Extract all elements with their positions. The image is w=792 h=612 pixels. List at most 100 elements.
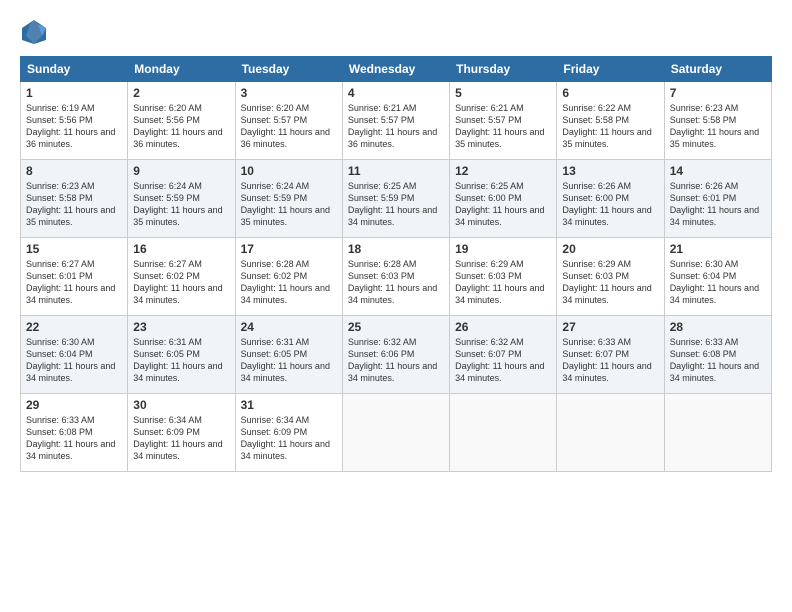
day-info: Sunrise: 6:34 AMSunset: 6:09 PMDaylight:…	[133, 414, 229, 463]
calendar-cell: 9Sunrise: 6:24 AMSunset: 5:59 PMDaylight…	[128, 160, 235, 238]
day-info: Sunrise: 6:21 AMSunset: 5:57 PMDaylight:…	[455, 102, 551, 151]
day-header-friday: Friday	[557, 57, 664, 82]
day-info: Sunrise: 6:32 AMSunset: 6:07 PMDaylight:…	[455, 336, 551, 385]
day-number: 3	[241, 86, 337, 100]
day-number: 12	[455, 164, 551, 178]
day-info: Sunrise: 6:20 AMSunset: 5:57 PMDaylight:…	[241, 102, 337, 151]
calendar-cell: 13 Sunrise: 6:26 AMSunset: 6:00 PMDayligh…	[557, 160, 664, 238]
day-info: Sunrise: 6:24 AMSunset: 5:59 PMDaylight:…	[133, 180, 229, 229]
calendar-cell: 16 Sunrise: 6:27 AMSunset: 6:02 PMDayligh…	[128, 238, 235, 316]
day-info: Sunrise: 6:24 AMSunset: 5:59 PMDaylight:…	[241, 180, 337, 229]
calendar-cell: 21Sunrise: 6:30 AMSunset: 6:04 PMDayligh…	[664, 238, 771, 316]
calendar-week-1: 1 Sunrise: 6:19 AMSunset: 5:56 PMDaylight…	[21, 82, 772, 160]
day-info: Sunrise: 6:31 AMSunset: 6:05 PMDaylight:…	[133, 336, 229, 385]
calendar-cell: 22 Sunrise: 6:30 AMSunset: 6:04 PMDayligh…	[21, 316, 128, 394]
day-info: Sunrise: 6:20 AMSunset: 5:56 PMDaylight:…	[133, 102, 229, 151]
calendar-cell: 8Sunrise: 6:23 AMSunset: 5:58 PMDaylight…	[21, 160, 128, 238]
day-number: 20	[562, 242, 658, 256]
calendar-cell: 25 Sunrise: 6:32 AMSunset: 6:06 PMDayligh…	[342, 316, 449, 394]
calendar-week-5: 29 Sunrise: 6:33 AMSunset: 6:08 PMDayligh…	[21, 394, 772, 472]
day-number: 30	[133, 398, 229, 412]
day-header-thursday: Thursday	[450, 57, 557, 82]
calendar-cell: 23 Sunrise: 6:31 AMSunset: 6:05 PMDayligh…	[128, 316, 235, 394]
day-number: 17	[241, 242, 337, 256]
day-number: 25	[348, 320, 444, 334]
calendar-cell: 1 Sunrise: 6:19 AMSunset: 5:56 PMDaylight…	[21, 82, 128, 160]
calendar-week-2: 8Sunrise: 6:23 AMSunset: 5:58 PMDaylight…	[21, 160, 772, 238]
day-info: Sunrise: 6:33 AMSunset: 6:08 PMDaylight:…	[670, 336, 766, 385]
calendar-cell: 27Sunrise: 6:33 AMSunset: 6:07 PMDayligh…	[557, 316, 664, 394]
calendar-table: SundayMondayTuesdayWednesdayThursdayFrid…	[20, 56, 772, 472]
day-number: 14	[670, 164, 766, 178]
day-info: Sunrise: 6:26 AMSunset: 6:01 PMDaylight:…	[670, 180, 766, 229]
day-info: Sunrise: 6:33 AMSunset: 6:08 PMDaylight:…	[26, 414, 122, 463]
calendar-cell: 6 Sunrise: 6:22 AMSunset: 5:58 PMDaylight…	[557, 82, 664, 160]
calendar-cell: 15 Sunrise: 6:27 AMSunset: 6:01 PMDayligh…	[21, 238, 128, 316]
day-number: 1	[26, 86, 122, 100]
calendar-cell: 17 Sunrise: 6:28 AMSunset: 6:02 PMDayligh…	[235, 238, 342, 316]
day-info: Sunrise: 6:25 AMSunset: 5:59 PMDaylight:…	[348, 180, 444, 229]
logo	[20, 18, 52, 46]
calendar-cell	[342, 394, 449, 472]
day-info: Sunrise: 6:23 AMSunset: 5:58 PMDaylight:…	[670, 102, 766, 151]
day-info: Sunrise: 6:19 AMSunset: 5:56 PMDaylight:…	[26, 102, 122, 151]
day-info: Sunrise: 6:30 AMSunset: 6:04 PMDaylight:…	[26, 336, 122, 385]
day-header-sunday: Sunday	[21, 57, 128, 82]
day-info: Sunrise: 6:25 AMSunset: 6:00 PMDaylight:…	[455, 180, 551, 229]
day-number: 7	[670, 86, 766, 100]
day-info: Sunrise: 6:29 AMSunset: 6:03 PMDaylight:…	[562, 258, 658, 307]
calendar-cell: 12 Sunrise: 6:25 AMSunset: 6:00 PMDayligh…	[450, 160, 557, 238]
logo-icon	[20, 18, 48, 46]
day-info: Sunrise: 6:21 AMSunset: 5:57 PMDaylight:…	[348, 102, 444, 151]
calendar-cell: 28 Sunrise: 6:33 AMSunset: 6:08 PMDayligh…	[664, 316, 771, 394]
day-number: 23	[133, 320, 229, 334]
day-info: Sunrise: 6:26 AMSunset: 6:00 PMDaylight:…	[562, 180, 658, 229]
calendar-cell: 2 Sunrise: 6:20 AMSunset: 5:56 PMDaylight…	[128, 82, 235, 160]
calendar-cell	[664, 394, 771, 472]
calendar-cell: 14 Sunrise: 6:26 AMSunset: 6:01 PMDayligh…	[664, 160, 771, 238]
day-number: 6	[562, 86, 658, 100]
day-info: Sunrise: 6:28 AMSunset: 6:03 PMDaylight:…	[348, 258, 444, 307]
day-number: 28	[670, 320, 766, 334]
day-number: 2	[133, 86, 229, 100]
day-info: Sunrise: 6:32 AMSunset: 6:06 PMDaylight:…	[348, 336, 444, 385]
calendar-cell: 5 Sunrise: 6:21 AMSunset: 5:57 PMDaylight…	[450, 82, 557, 160]
calendar-cell: 29 Sunrise: 6:33 AMSunset: 6:08 PMDayligh…	[21, 394, 128, 472]
page: SundayMondayTuesdayWednesdayThursdayFrid…	[0, 0, 792, 612]
calendar-cell: 30 Sunrise: 6:34 AMSunset: 6:09 PMDayligh…	[128, 394, 235, 472]
day-info: Sunrise: 6:22 AMSunset: 5:58 PMDaylight:…	[562, 102, 658, 151]
day-number: 24	[241, 320, 337, 334]
day-number: 11	[348, 164, 444, 178]
day-number: 22	[26, 320, 122, 334]
day-number: 19	[455, 242, 551, 256]
day-info: Sunrise: 6:27 AMSunset: 6:01 PMDaylight:…	[26, 258, 122, 307]
day-number: 4	[348, 86, 444, 100]
day-header-wednesday: Wednesday	[342, 57, 449, 82]
day-info: Sunrise: 6:28 AMSunset: 6:02 PMDaylight:…	[241, 258, 337, 307]
day-number: 29	[26, 398, 122, 412]
calendar-cell: 19 Sunrise: 6:29 AMSunset: 6:03 PMDayligh…	[450, 238, 557, 316]
day-number: 15	[26, 242, 122, 256]
calendar-cell: 26Sunrise: 6:32 AMSunset: 6:07 PMDayligh…	[450, 316, 557, 394]
calendar-cell: 4 Sunrise: 6:21 AMSunset: 5:57 PMDaylight…	[342, 82, 449, 160]
day-number: 10	[241, 164, 337, 178]
calendar-cell: 7 Sunrise: 6:23 AMSunset: 5:58 PMDaylight…	[664, 82, 771, 160]
day-info: Sunrise: 6:29 AMSunset: 6:03 PMDaylight:…	[455, 258, 551, 307]
calendar-cell: 24Sunrise: 6:31 AMSunset: 6:05 PMDayligh…	[235, 316, 342, 394]
calendar-week-4: 22 Sunrise: 6:30 AMSunset: 6:04 PMDayligh…	[21, 316, 772, 394]
calendar-cell	[557, 394, 664, 472]
calendar-week-3: 15 Sunrise: 6:27 AMSunset: 6:01 PMDayligh…	[21, 238, 772, 316]
day-info: Sunrise: 6:23 AMSunset: 5:58 PMDaylight:…	[26, 180, 122, 229]
day-number: 31	[241, 398, 337, 412]
day-number: 27	[562, 320, 658, 334]
day-info: Sunrise: 6:34 AMSunset: 6:09 PMDaylight:…	[241, 414, 337, 463]
calendar-cell: 18Sunrise: 6:28 AMSunset: 6:03 PMDayligh…	[342, 238, 449, 316]
day-info: Sunrise: 6:27 AMSunset: 6:02 PMDaylight:…	[133, 258, 229, 307]
day-number: 5	[455, 86, 551, 100]
day-number: 21	[670, 242, 766, 256]
calendar-header-row: SundayMondayTuesdayWednesdayThursdayFrid…	[21, 57, 772, 82]
calendar-cell: 31 Sunrise: 6:34 AMSunset: 6:09 PMDayligh…	[235, 394, 342, 472]
calendar-cell	[450, 394, 557, 472]
day-number: 16	[133, 242, 229, 256]
day-number: 13	[562, 164, 658, 178]
